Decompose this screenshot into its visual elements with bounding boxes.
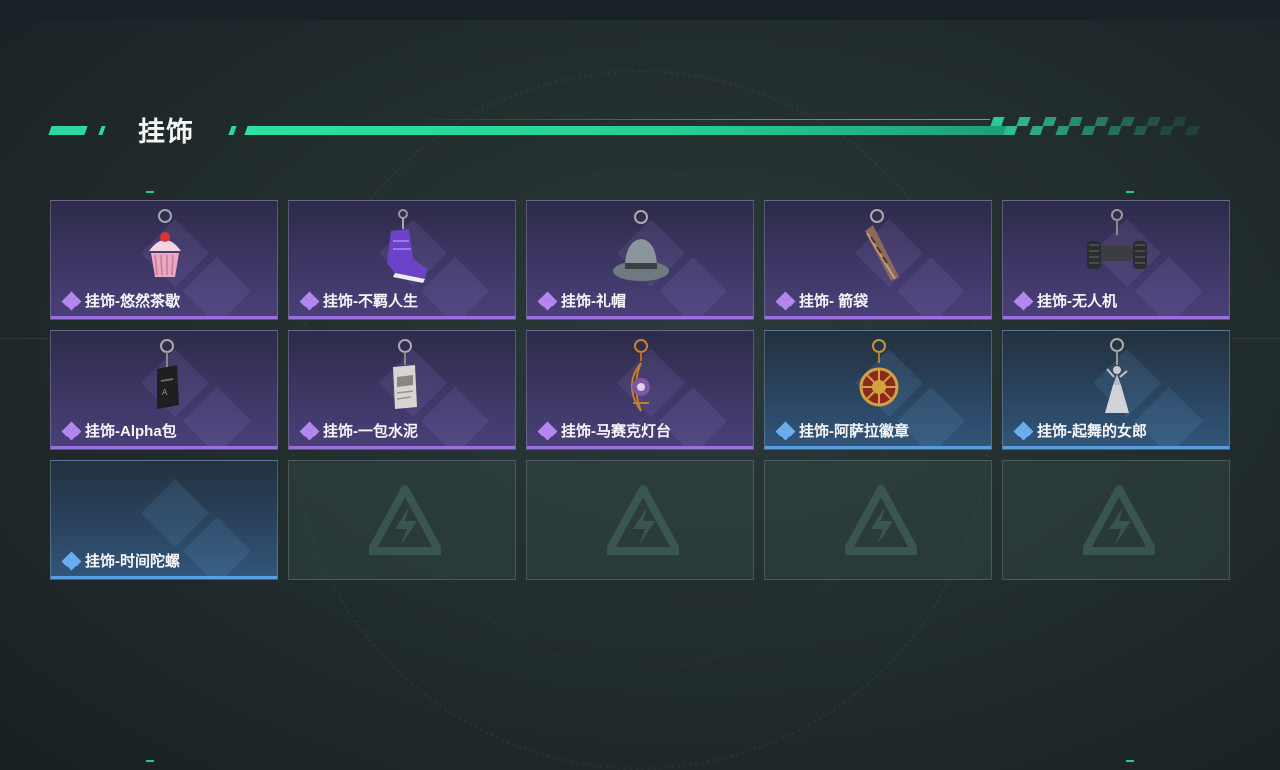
rarity-stripe <box>289 316 515 319</box>
charm-item-label: 挂饰-不羁人生 <box>299 290 418 311</box>
rarity-diamond-icon <box>61 551 82 570</box>
charm-item-label: 挂饰-阿萨拉徽章 <box>775 420 909 441</box>
rarity-diamond-icon <box>537 291 558 310</box>
corner-tick <box>146 191 154 193</box>
charm-item-card[interactable]: 挂饰-阿萨拉徽章 <box>764 330 992 450</box>
empty-slot-logo-icon <box>1081 485 1157 557</box>
corner-tick <box>1126 760 1134 762</box>
charm-item-name: 挂饰-礼帽 <box>561 293 626 310</box>
rarity-stripe <box>765 446 991 449</box>
header-accent-dash <box>228 126 237 135</box>
cement-bag-charm-icon <box>373 337 433 415</box>
sneaker-charm-icon <box>373 207 433 285</box>
header-accent-dash <box>98 126 106 135</box>
charm-item-card[interactable]: 挂饰-不羁人生 <box>288 200 516 320</box>
charm-item-name: 挂饰-时间陀螺 <box>85 553 180 570</box>
charm-item-name: 挂饰-不羁人生 <box>323 293 418 310</box>
header-checker-pattern <box>990 116 1202 136</box>
left-divider <box>0 338 50 339</box>
rarity-diamond-icon <box>1013 291 1034 310</box>
charm-item-card[interactable]: 挂饰- 箭袋 <box>764 200 992 320</box>
charm-item-name: 挂饰-Alpha包 <box>85 423 177 440</box>
rarity-diamond-icon <box>61 291 82 310</box>
rarity-stripe <box>765 316 991 319</box>
corner-tick <box>146 760 154 762</box>
cupcake-charm-icon <box>135 207 195 285</box>
rarity-diamond-icon <box>775 421 796 440</box>
charm-item-name: 挂饰-马赛克灯台 <box>561 423 671 440</box>
fedora-hat-charm-icon <box>611 207 671 285</box>
rarity-diamond-icon <box>1013 421 1034 440</box>
charm-item-card[interactable]: 挂饰-起舞的女郎 <box>1002 330 1230 450</box>
empty-slot[interactable] <box>1002 460 1230 580</box>
rarity-stripe <box>289 446 515 449</box>
svg-text:A: A <box>162 388 168 397</box>
quiver-charm-icon <box>849 207 909 285</box>
charm-item-name: 挂饰-悠然茶歇 <box>85 293 180 310</box>
empty-slot[interactable] <box>288 460 516 580</box>
rarity-stripe <box>527 446 753 449</box>
rarity-diamond-icon <box>299 291 320 310</box>
rarity-stripe <box>51 446 277 449</box>
section-title: 挂饰 <box>138 117 194 147</box>
charm-item-name: 挂饰-起舞的女郎 <box>1037 423 1147 440</box>
empty-slot-logo-icon <box>605 485 681 557</box>
charm-item-label: 挂饰- 箭袋 <box>775 290 868 311</box>
rarity-stripe <box>51 316 277 319</box>
rarity-stripe <box>527 316 753 319</box>
charm-item-card[interactable]: 挂饰-悠然茶歇 <box>50 200 278 320</box>
rarity-stripe <box>1003 446 1229 449</box>
rarity-diamond-icon <box>61 421 82 440</box>
right-divider <box>1230 338 1280 339</box>
charm-item-card[interactable]: 挂饰-一包水泥 <box>288 330 516 450</box>
header-accent-line <box>410 119 990 120</box>
charm-item-label: 挂饰-起舞的女郎 <box>1013 420 1147 441</box>
charm-item-label: 挂饰-悠然茶歇 <box>61 290 180 311</box>
charm-item-card[interactable]: 挂饰-礼帽 <box>526 200 754 320</box>
rarity-stripe <box>51 576 277 579</box>
charm-item-label: 挂饰-礼帽 <box>537 290 626 311</box>
alpha-bag-charm-icon: A <box>135 337 195 415</box>
top-bar <box>0 0 1280 20</box>
charm-item-name: 挂饰- 箭袋 <box>799 293 869 310</box>
dancing-lady-charm-icon <box>1087 337 1147 415</box>
charm-item-label: 挂饰-马赛克灯台 <box>537 420 671 441</box>
charm-item-card[interactable]: 挂饰-无人机 <box>1002 200 1230 320</box>
charm-item-name: 挂饰-无人机 <box>1037 293 1117 310</box>
rarity-diamond-icon <box>537 421 558 440</box>
charm-item-label: 挂饰-无人机 <box>1013 290 1117 311</box>
charm-item-label: 挂饰-Alpha包 <box>61 420 177 441</box>
header-accent-dash <box>48 126 88 135</box>
charm-item-card[interactable]: A 挂饰-Alpha包 <box>50 330 278 450</box>
charm-item-card[interactable]: 挂饰-马赛克灯台 <box>526 330 754 450</box>
charm-item-card[interactable]: 挂饰-时间陀螺 <box>50 460 278 580</box>
charm-item-name: 挂饰-一包水泥 <box>323 423 418 440</box>
empty-slot-logo-icon <box>367 485 443 557</box>
rarity-diamond-icon <box>299 421 320 440</box>
charm-item-label: 挂饰-时间陀螺 <box>61 550 180 571</box>
charm-item-name: 挂饰-阿萨拉徽章 <box>799 423 909 440</box>
mosaic-lamp-charm-icon <box>611 337 671 415</box>
rarity-stripe <box>1003 316 1229 319</box>
header-accent-bar <box>244 126 1008 135</box>
asala-badge-charm-icon <box>849 337 909 415</box>
empty-slot-logo-icon <box>843 485 919 557</box>
rarity-diamond-icon <box>775 291 796 310</box>
charm-item-label: 挂饰-一包水泥 <box>299 420 418 441</box>
drone-charm-icon <box>1087 207 1147 285</box>
corner-tick <box>1126 191 1134 193</box>
empty-slot[interactable] <box>764 460 992 580</box>
empty-slot[interactable] <box>526 460 754 580</box>
